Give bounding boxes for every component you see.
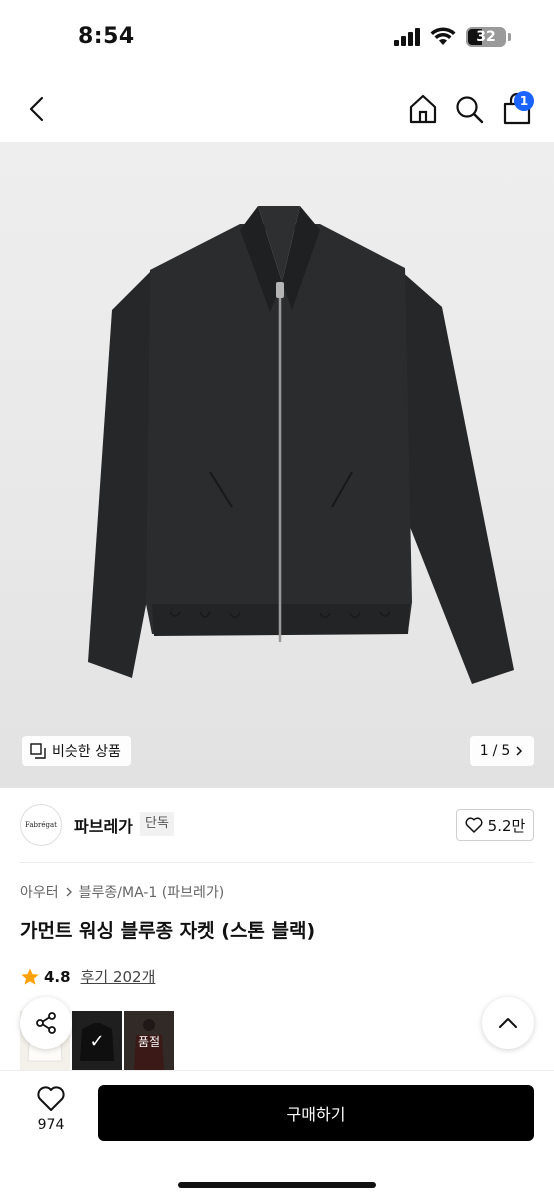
sold-out-label: 품절 — [124, 1011, 174, 1071]
heart-outline-icon — [37, 1086, 65, 1111]
battery-level: 32 — [476, 29, 496, 45]
wishlist-count: 974 — [37, 1117, 65, 1133]
star-icon — [21, 968, 39, 985]
pager-current: 1 — [479, 743, 489, 759]
similar-products-button[interactable]: 비슷한 상품 — [22, 736, 131, 766]
exclusive-badge: 단독 — [140, 812, 174, 836]
product-photo — [88, 206, 514, 684]
bottom-action-bar: 974 구매하기 — [0, 1070, 554, 1200]
cellular-signal-icon — [394, 28, 420, 46]
share-icon — [36, 1012, 56, 1034]
chevron-up-icon — [499, 1018, 517, 1028]
product-title: 가먼트 워싱 블루종 자켓 (스톤 블랙) — [20, 920, 316, 942]
chevron-right-icon — [66, 887, 72, 897]
share-button[interactable] — [20, 997, 72, 1049]
wifi-icon — [430, 27, 456, 45]
top-navigation — [0, 76, 554, 142]
status-time: 8:54 — [78, 24, 135, 49]
section-divider — [20, 862, 534, 863]
chevron-left-icon[interactable] — [18, 90, 54, 128]
review-link[interactable]: 후기 202개 — [81, 966, 156, 987]
color-option-black[interactable]: ✓ — [72, 1011, 122, 1071]
status-bar: 8:54 32 — [0, 0, 554, 76]
brand-name[interactable]: 파브레가 — [74, 813, 133, 837]
similar-products-label: 비슷한 상품 — [52, 744, 121, 760]
breadcrumb-item-outer[interactable]: 아우터 — [20, 882, 59, 902]
search-icon[interactable] — [452, 90, 488, 128]
rating-row: 4.8 후기 202개 — [20, 966, 155, 987]
brand-row: Fabrégat 파브레가 단독 5.2만 — [0, 788, 554, 862]
rating-value: 4.8 — [44, 967, 71, 986]
breadcrumb: 아우터 블루종/MA-1 (파브레가) — [20, 882, 224, 902]
breadcrumb-item-category[interactable]: 블루종/MA-1 (파브레가) — [79, 882, 225, 902]
buy-button[interactable]: 구매하기 — [98, 1085, 534, 1141]
similar-items-icon — [30, 743, 46, 759]
pager-separator: / — [492, 743, 498, 759]
brand-like-button[interactable]: 5.2만 — [456, 809, 534, 841]
product-image-gallery[interactable]: 비슷한 상품 1 / 5 — [0, 142, 554, 788]
color-option-brown[interactable]: 품절 — [124, 1011, 174, 1071]
brand-like-count: 5.2만 — [487, 816, 526, 835]
chevron-right-icon — [516, 746, 523, 756]
heart-outline-icon — [465, 817, 483, 833]
home-indicator — [178, 1182, 376, 1188]
battery-tip — [508, 33, 511, 41]
wishlist-button[interactable]: 974 — [22, 1085, 80, 1145]
battery-icon: 32 — [466, 27, 506, 47]
selected-check-icon: ✓ — [72, 1011, 122, 1071]
cart-count-badge: 1 — [514, 91, 534, 111]
home-icon[interactable] — [404, 90, 442, 128]
brand-logo[interactable]: Fabrégat — [20, 804, 62, 846]
scroll-top-button[interactable] — [482, 997, 534, 1049]
pager-total: 5 — [501, 743, 511, 759]
image-pager[interactable]: 1 / 5 — [470, 736, 534, 766]
